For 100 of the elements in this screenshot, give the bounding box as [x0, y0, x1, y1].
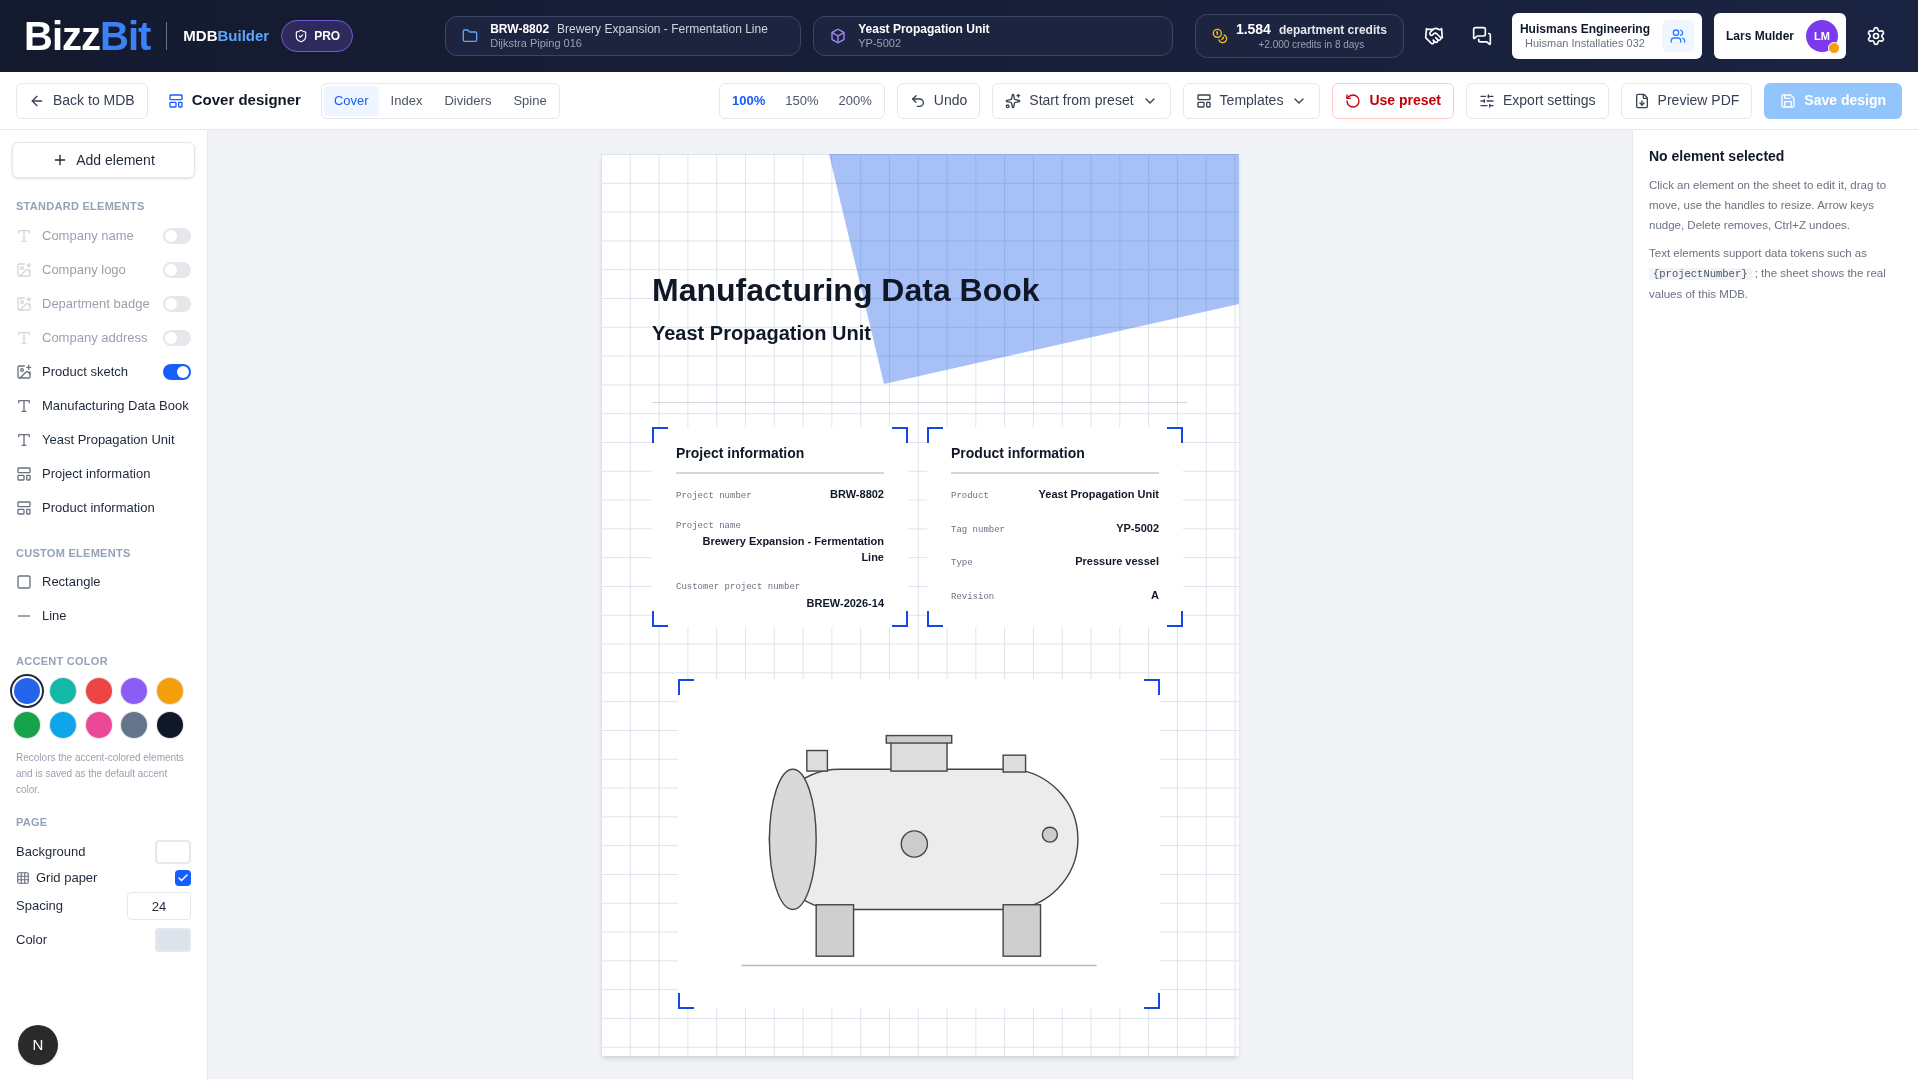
field-value: Yeast Propagation Unit: [1038, 487, 1159, 502]
project-selector[interactable]: BRW-8802 Brewery Expansion - Fermentation Line Dijkstra Piping 016: [445, 16, 802, 56]
color-swatch[interactable]: [85, 677, 112, 704]
tab[interactable]: Dividers: [434, 85, 502, 116]
color-swatch[interactable]: [14, 677, 40, 704]
element-item[interactable]: Yeast Propagation Unit: [12, 422, 195, 457]
project-name: Brewery Expansion - Fermentation Line: [557, 21, 768, 37]
dev-badge[interactable]: N: [18, 1025, 58, 1065]
undo-button[interactable]: Undo: [896, 82, 981, 119]
info-card[interactable]: Product information Product Yeast Propagation Unit Tag number YP-5002 Type Pressure vessel Revision A: [927, 427, 1183, 627]
tab[interactable]: Cover: [323, 85, 379, 116]
section-heading: PAGE: [15, 814, 49, 830]
zoom-option[interactable]: 100%: [722, 85, 776, 116]
zoom-option[interactable]: 200%: [828, 85, 882, 116]
element-item[interactable]: Rectangle: [12, 565, 195, 599]
selection-corner[interactable]: [652, 610, 668, 627]
selection-corner[interactable]: [927, 610, 943, 627]
field-value: BREW-2026-14: [806, 595, 884, 611]
cover-subtitle[interactable]: Yeast Propagation Unit: [652, 318, 1188, 348]
info-card[interactable]: Project information Project number BRW-8802 Project name Brewery Expansion - Fermentation Line Customer project number BREW-2026-14: [652, 427, 908, 627]
layout-icon: [167, 92, 184, 109]
element-item[interactable]: Product sketch: [12, 354, 195, 389]
layout-icon: [16, 499, 32, 516]
unit-selector[interactable]: Yeast Propagation Unit YP-5002: [813, 16, 1174, 56]
color-swatch[interactable]: [85, 711, 112, 738]
field-label: Customer project number: [676, 581, 802, 594]
preset-dropdown[interactable]: Start from preset: [992, 82, 1171, 119]
color-swatch[interactable]: [157, 677, 184, 704]
spacing-input[interactable]: 24: [127, 892, 191, 920]
selection-corner[interactable]: [1167, 610, 1183, 627]
element-label: Rectangle: [42, 573, 101, 592]
undo-icon: [909, 92, 926, 109]
color-swatch[interactable]: [121, 677, 148, 704]
credits-label: department credits: [1278, 23, 1387, 38]
element-label: Company name: [42, 226, 135, 245]
unit-tag: YP-5002: [858, 36, 990, 51]
pro-badge: PRO: [281, 20, 354, 52]
element-item[interactable]: Project information: [12, 456, 195, 491]
company-name: Huismans Engineering: [1519, 21, 1650, 37]
element-item[interactable]: Product information: [12, 490, 195, 525]
preview-pdf-button[interactable]: Preview PDF: [1620, 82, 1753, 119]
tab[interactable]: Spine: [503, 85, 557, 116]
grid-color-swatch[interactable]: [155, 928, 191, 952]
cover-title[interactable]: Manufacturing Data Book: [652, 270, 1188, 310]
selection-corner[interactable]: [1144, 678, 1160, 695]
zoom-option[interactable]: 150%: [775, 85, 829, 116]
image-icon: [16, 295, 32, 312]
selection-corner[interactable]: [892, 427, 908, 443]
color-swatch[interactable]: [157, 711, 184, 738]
selection-corner[interactable]: [1167, 427, 1183, 443]
field-label: Tag number: [951, 523, 1005, 537]
selection-corner[interactable]: [678, 678, 694, 695]
selection-corner[interactable]: [678, 992, 694, 1009]
company-switcher[interactable]: Huismans Engineering Huisman Installaties 032: [1511, 13, 1702, 59]
background-color-swatch[interactable]: [155, 840, 191, 864]
credits-amount: 1.584: [1235, 21, 1271, 39]
selection-corner[interactable]: [1144, 992, 1160, 1009]
inspector-help: Click an element on the sheet to edit it, drag to move, use the handles to resize. Arrow keys nudge, Delete removes, Ctrl+Z undoes.: [1649, 178, 1888, 233]
image-icon: [16, 261, 32, 278]
credits-pill[interactable]: 1.584 department credits +2.000 credits in 8 days: [1194, 14, 1404, 58]
templates-dropdown[interactable]: Templates: [1182, 82, 1321, 119]
text-icon: [16, 227, 32, 244]
color-swatch[interactable]: [49, 711, 76, 738]
toggle-switch[interactable]: [163, 261, 191, 278]
element-item[interactable]: Manufacturing Data Book: [12, 388, 195, 423]
field-label: Background: [16, 843, 86, 862]
toggle-switch[interactable]: [163, 295, 191, 312]
company-sub: Huisman Installaties 032: [1525, 36, 1645, 51]
credits-note: +2.000 credits in 8 days: [1258, 38, 1365, 51]
selection-corner[interactable]: [892, 610, 908, 627]
user-avatar: LM: [1806, 20, 1838, 52]
color-swatch[interactable]: [14, 711, 40, 738]
selection-corner[interactable]: [927, 427, 943, 443]
brand-logo[interactable]: BizzBit: [24, 16, 151, 56]
export-settings-button[interactable]: Export settings: [1466, 82, 1609, 119]
field-label: Color: [16, 931, 48, 950]
selection-corner[interactable]: [652, 427, 668, 443]
field-label: Product: [951, 490, 989, 503]
layout-icon: [16, 465, 32, 482]
tab[interactable]: Index: [380, 85, 433, 116]
toggle-switch[interactable]: [163, 363, 191, 380]
back-button[interactable]: Back to MDB: [16, 82, 148, 119]
unit-name: Yeast Propagation Unit: [858, 21, 990, 37]
folder-icon: [462, 28, 479, 44]
toggle-switch[interactable]: [163, 227, 191, 244]
verified-badge: [1828, 42, 1840, 54]
use-preset-button[interactable]: Use preset: [1332, 82, 1454, 119]
element-label: Department badge: [42, 294, 151, 313]
element-item[interactable]: Line: [12, 599, 195, 633]
add-element-button[interactable]: Add element: [12, 142, 195, 178]
field-label: Revision: [951, 590, 995, 604]
file-icon: [1633, 92, 1650, 109]
element-label: Product sketch: [42, 362, 129, 381]
user-menu[interactable]: Lars Mulder LM: [1714, 13, 1846, 59]
color-swatch[interactable]: [49, 677, 76, 704]
users-icon: [1662, 20, 1694, 52]
card-title: Project information: [676, 443, 884, 474]
toggle-switch[interactable]: [163, 329, 191, 346]
color-swatch[interactable]: [121, 711, 148, 738]
grid-checkbox[interactable]: [175, 870, 191, 886]
